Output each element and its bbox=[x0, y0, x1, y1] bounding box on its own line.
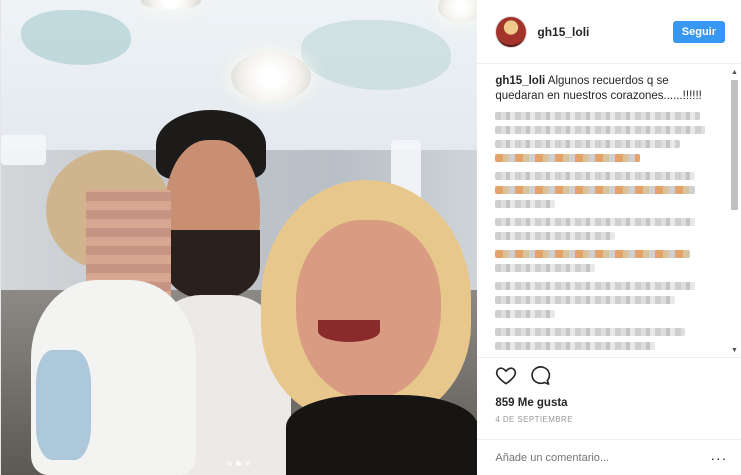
scroll-thumb[interactable] bbox=[731, 80, 738, 210]
caption-username[interactable]: gh15_loli bbox=[495, 75, 545, 87]
woman bbox=[256, 180, 478, 475]
carousel-dots bbox=[227, 461, 250, 466]
post-photo[interactable] bbox=[1, 0, 478, 475]
scroll-down-arrow-icon[interactable]: ▼ bbox=[730, 346, 739, 355]
carousel-dot[interactable] bbox=[245, 461, 250, 466]
follow-button[interactable]: Seguir bbox=[672, 20, 725, 43]
post-header: gh15_loli Seguir bbox=[477, 0, 741, 64]
caption: gh15_loli Algunos recuerdos q se quedara… bbox=[495, 74, 717, 104]
child bbox=[31, 150, 201, 475]
add-comment-bar: ··· bbox=[477, 439, 741, 475]
scroll-up-arrow-icon[interactable]: ▲ bbox=[730, 68, 739, 77]
post-actions bbox=[477, 357, 741, 397]
username[interactable]: gh15_loli bbox=[537, 25, 589, 39]
comment-input[interactable] bbox=[495, 451, 711, 464]
comments-section: gh15_loli Algunos recuerdos q se quedara… bbox=[477, 64, 741, 357]
instagram-post: gh15_loli Seguir gh15_loli Algunos recue… bbox=[0, 0, 741, 475]
ceiling-lamp bbox=[231, 52, 311, 102]
post-date: 4 DE SEPTIEMBRE bbox=[495, 415, 573, 424]
comment-icon[interactable] bbox=[529, 365, 551, 390]
blurred-comments bbox=[495, 112, 725, 350]
likes-count[interactable]: 859 Me gusta bbox=[477, 397, 741, 409]
more-options-icon[interactable]: ··· bbox=[710, 450, 727, 466]
comments-scrollbar[interactable]: ▲ ▼ bbox=[730, 68, 739, 355]
carousel-dot[interactable] bbox=[227, 461, 232, 466]
avatar[interactable] bbox=[495, 15, 528, 48]
heart-icon[interactable] bbox=[495, 365, 517, 390]
carousel-dot-active[interactable] bbox=[236, 461, 241, 466]
post-side-panel: gh15_loli Seguir gh15_loli Algunos recue… bbox=[477, 0, 741, 475]
